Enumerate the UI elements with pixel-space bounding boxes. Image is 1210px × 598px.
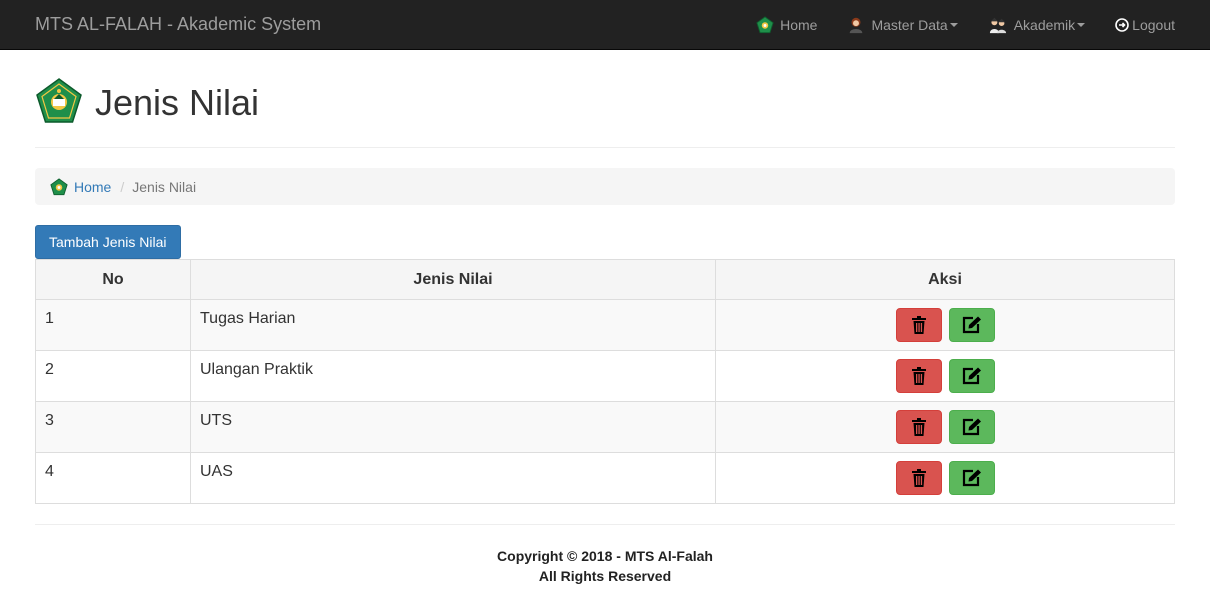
cell-jenis-nilai: Ulangan Praktik	[190, 350, 716, 402]
nav-home[interactable]: Home	[741, 0, 832, 50]
cell-aksi	[715, 401, 1175, 453]
cell-aksi	[715, 299, 1175, 351]
breadcrumb-current: Jenis Nilai	[132, 178, 197, 195]
main-container: Jenis Nilai Home / Jenis Nilai Tambah Je…	[0, 50, 1210, 586]
jenis-nilai-table: No Jenis Nilai Aksi 1 Tugas Harian 2 Ula…	[35, 259, 1175, 504]
table-row: 2 Ulangan Praktik	[35, 350, 1175, 402]
nav-home-label: Home	[780, 16, 818, 33]
cell-no: 1	[35, 299, 191, 351]
chevron-down-icon	[949, 22, 958, 27]
breadcrumb: Home / Jenis Nilai	[35, 168, 1175, 205]
trash-icon	[912, 367, 927, 385]
delete-button[interactable]	[896, 308, 943, 342]
cell-jenis-nilai: UTS	[190, 401, 716, 453]
edit-icon	[962, 367, 981, 385]
navbar-brand[interactable]: MTS AL-FALAH - Akademic System	[35, 14, 321, 35]
page-header: Jenis Nilai	[35, 50, 1175, 148]
breadcrumb-home[interactable]: Home	[50, 177, 112, 196]
nav-master-data[interactable]: Master Data	[832, 0, 972, 50]
nav-akademik[interactable]: Akademik	[973, 0, 1100, 50]
delete-button[interactable]	[896, 461, 943, 495]
column-header-aksi: Aksi	[715, 259, 1175, 300]
school-logo-icon	[50, 177, 68, 196]
cell-jenis-nilai: Tugas Harian	[190, 299, 716, 351]
column-header-no: No	[35, 259, 191, 300]
delete-button[interactable]	[896, 359, 943, 393]
table-row: 1 Tugas Harian	[35, 299, 1175, 351]
nav-akademik-label: Akademik	[1013, 16, 1076, 33]
cell-no: 2	[35, 350, 191, 402]
edit-button[interactable]	[948, 359, 995, 393]
school-logo-icon	[756, 15, 774, 34]
page-title: Jenis Nilai	[95, 81, 260, 123]
table-row: 4 UAS	[35, 452, 1175, 504]
add-jenis-nilai-button[interactable]: Tambah Jenis Nilai	[35, 225, 181, 259]
table-header-row: No Jenis Nilai Aksi	[35, 259, 1175, 300]
delete-button[interactable]	[896, 410, 943, 444]
cell-aksi	[715, 350, 1175, 402]
logout-icon	[1115, 17, 1129, 32]
trash-icon	[912, 418, 927, 436]
teacher-icon	[847, 16, 865, 34]
column-header-jenis-nilai: Jenis Nilai	[190, 259, 716, 300]
cell-no: 3	[35, 401, 191, 453]
nav-logout[interactable]: Logout	[1100, 0, 1175, 50]
trash-icon	[912, 469, 927, 487]
edit-icon	[962, 469, 981, 487]
edit-icon	[962, 418, 981, 436]
edit-button[interactable]	[948, 461, 995, 495]
nav-logout-label: Logout	[1132, 16, 1175, 33]
breadcrumb-separator: /	[120, 178, 125, 195]
students-icon	[988, 16, 1008, 34]
cell-aksi	[715, 452, 1175, 504]
trash-icon	[912, 316, 927, 334]
nav-master-data-label: Master Data	[871, 16, 948, 33]
edit-button[interactable]	[948, 410, 995, 444]
breadcrumb-home-label: Home	[74, 178, 112, 195]
top-navbar: MTS AL-FALAH - Akademic System Home Mast…	[0, 0, 1210, 50]
school-logo-icon	[35, 77, 83, 128]
footer-copyright: Copyright © 2018 - MTS Al-Falah	[497, 548, 713, 564]
footer-rights: All Rights Reserved	[538, 568, 672, 584]
chevron-down-icon	[1077, 22, 1086, 27]
footer: Copyright © 2018 - MTS Al-Falah All Righ…	[35, 524, 1175, 586]
cell-jenis-nilai: UAS	[190, 452, 716, 504]
edit-button[interactable]	[948, 308, 995, 342]
navbar-menu: Home Master Data Akademik Logout	[741, 0, 1175, 50]
edit-icon	[962, 316, 981, 334]
table-row: 3 UTS	[35, 401, 1175, 453]
cell-no: 4	[35, 452, 191, 504]
